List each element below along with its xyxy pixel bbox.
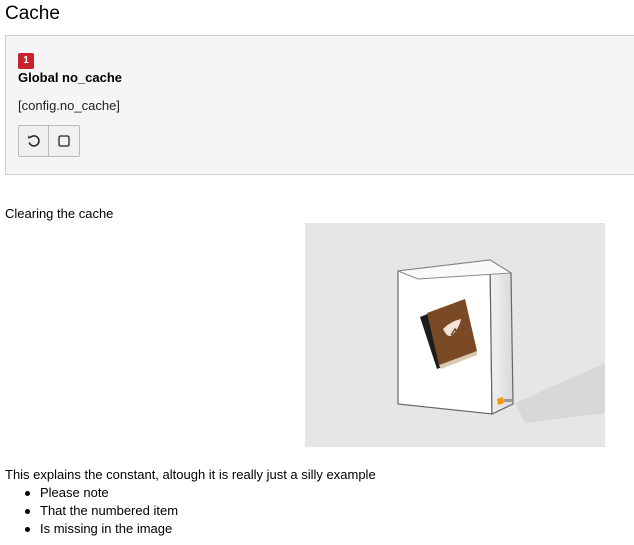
list-item: Please note: [22, 484, 178, 502]
reset-button[interactable]: [18, 125, 49, 157]
constant-key: [config.no_cache]: [18, 98, 120, 113]
constant-button-group: [18, 125, 80, 157]
note-list: Please note That the numbered item Is mi…: [22, 484, 178, 538]
square-icon: [58, 135, 70, 147]
constant-panel: 1 Global no_cache [config.no_cache]: [5, 35, 634, 175]
edit-checkbox-button[interactable]: [49, 125, 80, 157]
number-badge: 1: [18, 53, 34, 69]
constant-label: Global no_cache: [18, 70, 123, 85]
section-heading: Clearing the cache: [5, 206, 114, 221]
page-title: Cache: [5, 3, 60, 24]
description: This explains the constant, altough it i…: [5, 467, 376, 482]
list-item: Is missing in the image: [22, 520, 178, 538]
undo-icon: [27, 135, 40, 147]
typo3-box-image: [305, 223, 605, 447]
list-item: That the numbered item: [22, 502, 178, 520]
